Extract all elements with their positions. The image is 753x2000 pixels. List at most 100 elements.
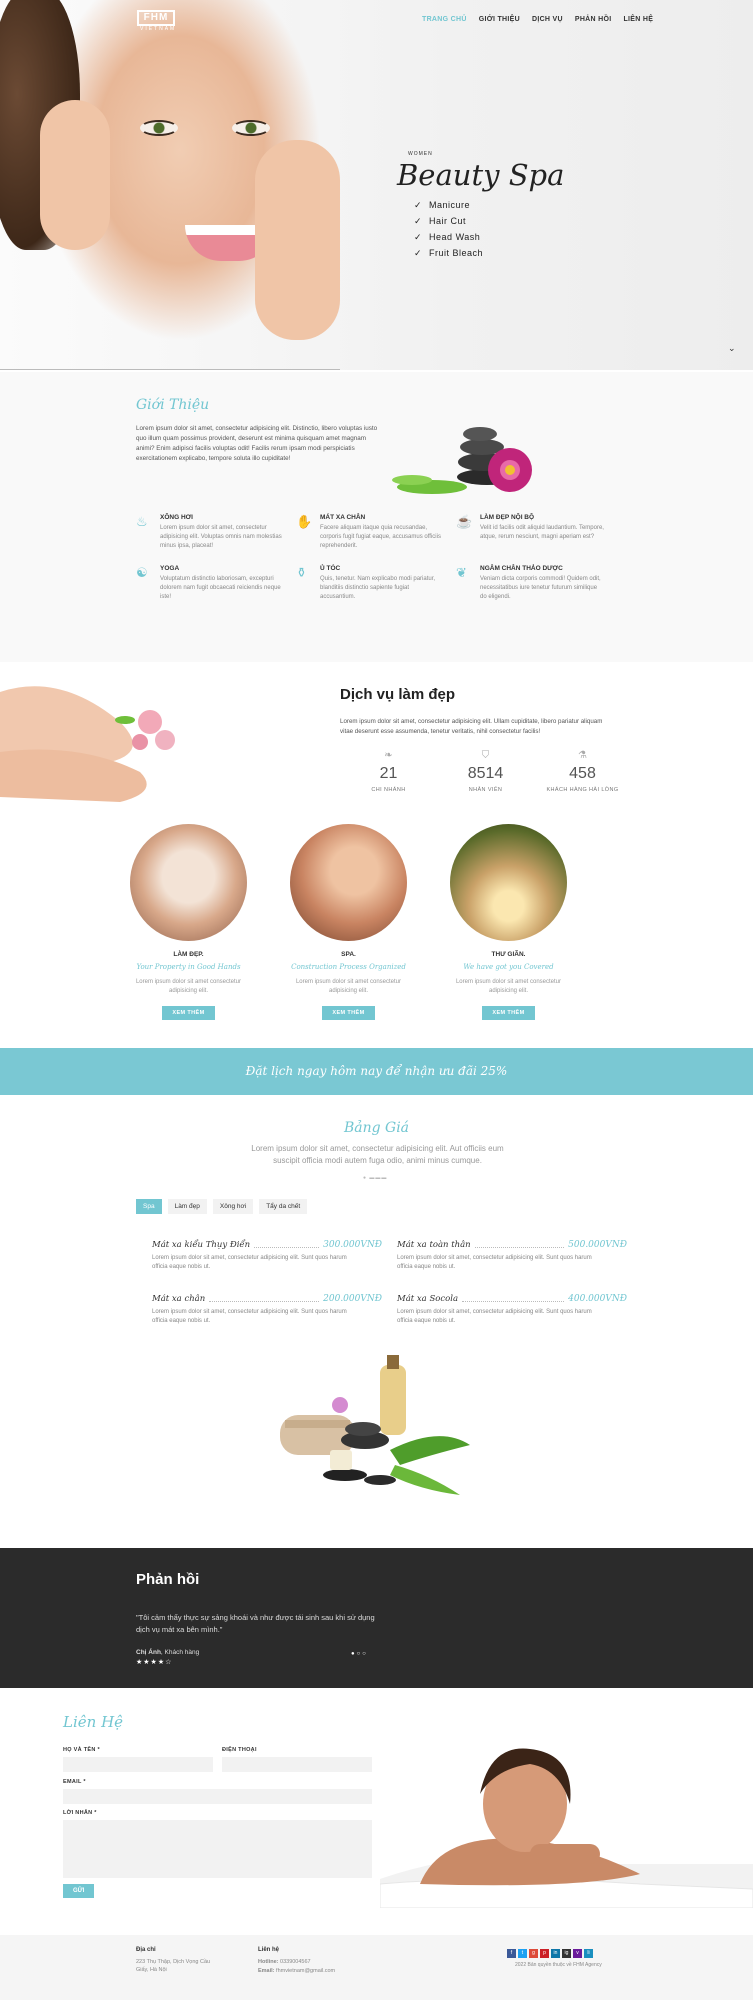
stat-label: NHÂN VIÊN: [468, 787, 503, 793]
stat-number: 458: [569, 765, 596, 782]
nav-contact[interactable]: LIÊN HỆ: [623, 16, 653, 23]
service-card: THƯ GIÃN. We have got you Covered Lorem …: [450, 824, 567, 1020]
twitter-icon[interactable]: t: [518, 1949, 527, 1958]
steam-icon: ♨: [136, 514, 148, 529]
tab-beauty[interactable]: Làm đẹp: [167, 1199, 207, 1214]
email-input[interactable]: [63, 1789, 372, 1804]
scroll-down-icon[interactable]: ⌄: [728, 343, 736, 354]
nav-services[interactable]: DỊCH VỤ: [532, 16, 563, 23]
message-textarea[interactable]: [63, 1820, 372, 1878]
footer-address: 223 Thụ Thập, Dịch Vọng Cầu Giấy, Hà Nội: [136, 1959, 211, 1973]
facebook-icon[interactable]: f: [507, 1949, 516, 1958]
feature-item: ❦ NGÂM CHÂN THẢO DƯỢC Veniam dicta corpor…: [456, 565, 616, 602]
stat-number: 8514: [467, 765, 504, 782]
hero-list-item: Fruit Bleach: [414, 248, 483, 259]
card-subtitle: Construction Process Organized: [291, 963, 406, 971]
price-item: Mát xa toàn thân 500.000VNĐ Lorem ipsum d…: [397, 1240, 627, 1272]
card-title: THƯ GIÃN.: [491, 951, 526, 958]
hero-list: Manicure Hair Cut Head Wash Fruit Bleach: [414, 200, 483, 264]
nav-home[interactable]: TRANG CHỦ: [422, 16, 467, 23]
card-text: Lorem ipsum dolor sit amet consectetur a…: [295, 979, 402, 994]
services-section: Dịch vụ làm đẹp Lorem ipsum dolor sit am…: [0, 662, 753, 1048]
tab-steam[interactable]: Xông hơi: [212, 1199, 254, 1214]
price-item-name: Mát xa chân: [152, 1294, 206, 1304]
footer-hotline: Hotline: 0339004567: [258, 1958, 311, 1966]
contact-woman-image: [380, 1724, 753, 1908]
stat-label: KHÁCH HÀNG HÀI LÒNG: [546, 787, 619, 793]
nav-about[interactable]: GIỚI THIỆU: [479, 16, 520, 23]
feature-item: ⚱ Ủ TÓC Quis, tenetur. Nam explicabo modi…: [296, 565, 456, 602]
phone-input[interactable]: [222, 1757, 372, 1772]
price-list: Mát xa kiểu Thụy Điển 300.000VNĐ Lorem ip…: [152, 1240, 627, 1326]
stat-number: 21: [379, 765, 398, 782]
feature-title: XÔNG HƠI: [160, 514, 193, 521]
price-item-name: Mát xa Socola: [397, 1294, 459, 1304]
price-section: Bảng Giá Lorem ipsum dolor sit amet, con…: [0, 1095, 753, 1548]
price-title: Bảng Giá: [343, 1120, 410, 1136]
linkedin-icon[interactable]: in: [551, 1949, 560, 1958]
about-text: Lorem ipsum dolor sit amet, consectetur …: [136, 425, 378, 462]
email-label-footer: Email:: [258, 1968, 275, 1974]
card-subtitle: We have got you Covered: [463, 963, 554, 971]
footer-contact-title: Liên hệ: [258, 1947, 280, 1953]
send-button[interactable]: GỬI: [63, 1884, 95, 1898]
stat-item: ❧ 21 CHI NHÁNH: [340, 750, 437, 793]
price-item-price: 500.000VNĐ: [568, 1240, 627, 1250]
nav-feedback[interactable]: PHẢN HỒI: [575, 16, 612, 23]
feature-text: Lorem ipsum dolor sit amet, consectetur …: [160, 525, 282, 549]
about-section: Giới Thiệu Lorem ipsum dolor sit amet, c…: [0, 372, 753, 662]
hero-section: FHM VIETNAM TRANG CHỦ GIỚI THIỆU DỊCH VỤ…: [0, 0, 753, 370]
read-more-button[interactable]: XEM THÊM: [322, 1006, 375, 1020]
feature-title: LÀM ĐẸP NỘI BỘ: [480, 514, 535, 521]
hero-list-item: Head Wash: [414, 232, 483, 243]
main-nav: TRANG CHỦ GIỚI THIỆU DỊCH VỤ PHẢN HỒI LI…: [422, 16, 653, 23]
card-title: LÀM ĐẸP.: [173, 951, 204, 958]
facial-image: [130, 824, 247, 941]
phone-label: ĐIỆN THOẠI: [222, 1747, 257, 1753]
hero-eye-left: [140, 120, 178, 136]
message-label: LỜI NHẮN *: [63, 1810, 97, 1816]
name-input[interactable]: [63, 1757, 213, 1772]
read-more-button[interactable]: XEM THÊM: [482, 1006, 535, 1020]
divider-dots: ● ▬▬▬: [363, 1175, 388, 1181]
service-card: SPA. Construction Process Organized Lore…: [290, 824, 407, 1020]
feature-title: Ủ TÓC: [320, 565, 341, 572]
linkedin-alt-icon[interactable]: li: [584, 1949, 593, 1958]
testimonial-quote: "Tôi cảm thấy thực sự sảng khoái và như …: [136, 1613, 375, 1634]
feature-text: Veniam dicta corporis commodi! Quidem od…: [480, 576, 601, 600]
pinterest-icon[interactable]: p: [540, 1949, 549, 1958]
testimonial-pager[interactable]: ●○○: [351, 1651, 368, 1657]
services-title: Dịch vụ làm đẹp: [340, 686, 456, 703]
instagram-icon[interactable]: ig: [562, 1949, 571, 1958]
feature-item: ☯ YOGA Voluptatum distinctio laboriosam, …: [136, 565, 296, 602]
card-text: Lorem ipsum dolor sit amet consectetur a…: [135, 979, 242, 994]
hero-title: Beauty Spa: [397, 158, 565, 192]
price-item-text: Lorem ipsum dolor sit amet, consectetur …: [397, 1309, 592, 1324]
price-item-name: Mát xa kiểu Thụy Điển: [152, 1240, 251, 1250]
flask-icon: ⚗: [578, 750, 587, 761]
price-tabs: Spa Làm đẹp Xông hơi Tẩy da chết: [136, 1199, 308, 1214]
vimeo-icon[interactable]: v: [573, 1949, 582, 1958]
feature-item: ☕ LÀM ĐẸP NỘI BỘ Velit id facilis odit al…: [456, 514, 616, 551]
stat-item: ⛉ 8514 NHÂN VIÊN: [437, 750, 534, 793]
tab-spa[interactable]: Spa: [136, 1199, 162, 1214]
google-plus-icon[interactable]: g: [529, 1949, 538, 1958]
price-item-text: Lorem ipsum dolor sit amet, consectetur …: [397, 1255, 592, 1270]
feature-title: NGÂM CHÂN THẢO DƯỢC: [480, 565, 563, 572]
hero-hand-left: [40, 100, 110, 250]
social-icons: f t g p in ig v li: [507, 1949, 593, 1958]
feature-text: Facere aliquam itaque quia recusandae, c…: [320, 525, 441, 549]
hero-divider: [0, 369, 340, 370]
hotline-number[interactable]: 0339004567: [280, 1959, 311, 1965]
price-item: Mát xa kiểu Thụy Điển 300.000VNĐ Lorem ip…: [152, 1240, 382, 1272]
logo[interactable]: FHM: [137, 10, 175, 26]
tab-exfoliate[interactable]: Tẩy da chết: [259, 1199, 308, 1214]
email-address[interactable]: fhmvietnam@gmail.com: [276, 1968, 335, 1974]
feature-text: Voluptatum distinctio laboriosam, except…: [160, 576, 281, 600]
feature-item: ✋ MÁT XA CHÂN Facere aliquam itaque quia …: [296, 514, 456, 551]
read-more-button[interactable]: XEM THÊM: [162, 1006, 215, 1020]
price-item-text: Lorem ipsum dolor sit amet, consectetur …: [152, 1255, 347, 1270]
feet-image: [0, 662, 200, 812]
herb-icon: ❦: [456, 565, 467, 580]
foot-icon: ✋: [296, 514, 313, 529]
